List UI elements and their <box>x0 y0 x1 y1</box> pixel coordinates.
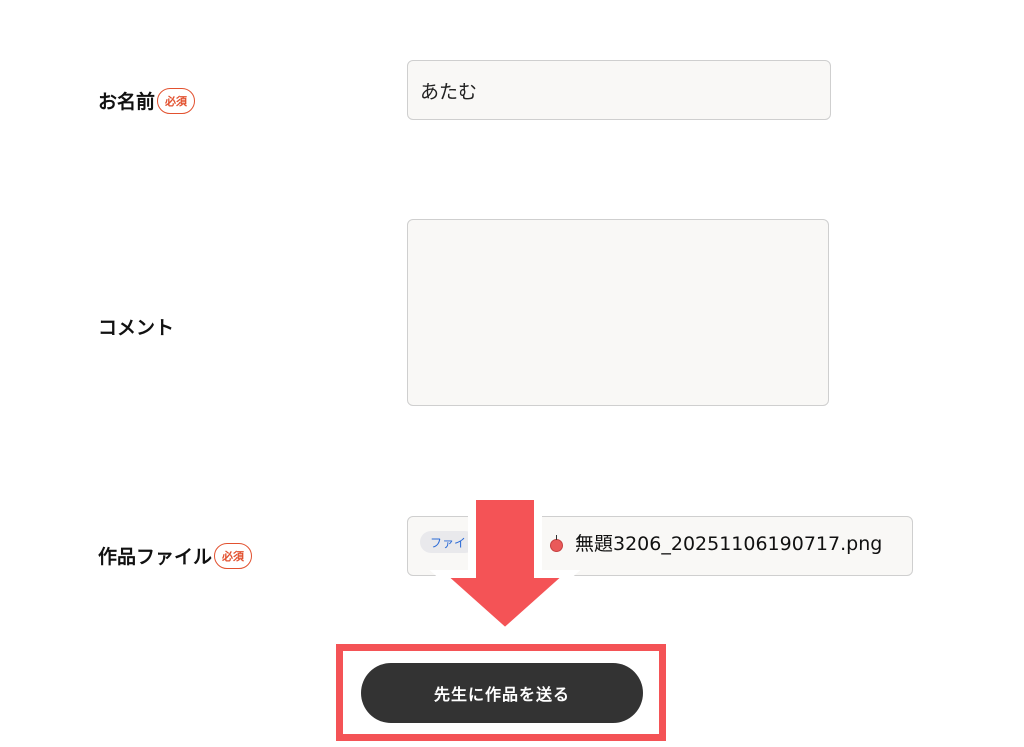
name-input-value: あたむ <box>420 80 478 103</box>
required-badge: 必須 <box>157 87 196 114</box>
required-badge: 必須 <box>214 542 253 569</box>
down-arrow-icon <box>429 492 581 638</box>
submit-button[interactable]: 先生に作品を送る <box>361 663 643 723</box>
name-label: お名前 <box>98 91 156 113</box>
comment-label: コメント <box>98 317 175 339</box>
selected-file-name: 無題3206_20251106190717.png <box>575 533 883 555</box>
artwork-file-label-row: 作品ファイル 必須 <box>98 542 253 569</box>
comment-label-row: コメント <box>98 313 174 340</box>
comment-textarea[interactable] <box>407 219 829 406</box>
name-label-row: お名前 必須 <box>98 87 196 114</box>
artwork-file-label: 作品ファイル <box>98 546 213 568</box>
arrow-shape <box>429 492 581 638</box>
submission-form-page: お名前 必須 あたむ コメント 作品ファイル 必須 ファイ 無題3206_202… <box>0 0 1024 747</box>
name-input[interactable]: あたむ <box>407 60 831 120</box>
